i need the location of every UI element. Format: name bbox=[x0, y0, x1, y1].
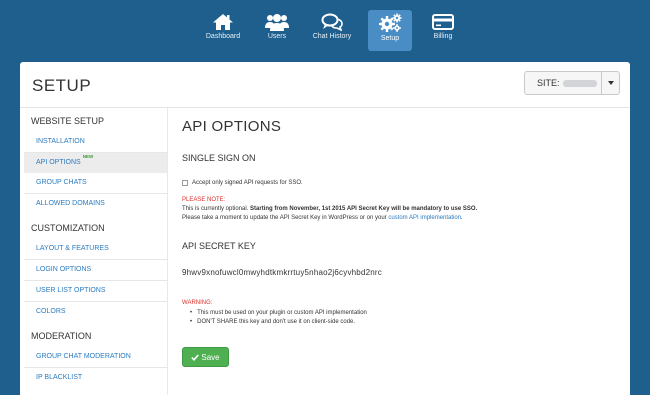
top-navigation: Dashboard Users Chat History Setup Billi… bbox=[0, 0, 650, 58]
nav-dashboard[interactable]: Dashboard bbox=[201, 10, 245, 51]
custom-api-link[interactable]: custom API implementation bbox=[388, 215, 461, 221]
sidebar-item-label: COLORS bbox=[36, 308, 66, 315]
nav-chat-history[interactable]: Chat History bbox=[310, 10, 354, 51]
sidebar-section-customization: CUSTOMIZATION bbox=[31, 223, 105, 233]
main-panel: SETUP SITE: WEBSITE SETUP INSTALLATION A… bbox=[20, 62, 630, 395]
sidebar-item-layout-features[interactable]: LAYOUT & FEATURES bbox=[24, 239, 167, 259]
warning-list: This must be used on your plugin or cust… bbox=[190, 309, 367, 327]
save-button[interactable]: Save bbox=[182, 347, 229, 367]
sidebar-item-user-list-options[interactable]: USER LIST OPTIONS bbox=[24, 281, 167, 301]
sidebar-item-label: API OPTIONS bbox=[36, 159, 81, 166]
credit-card-icon bbox=[432, 14, 454, 30]
checkmark-icon bbox=[191, 353, 200, 361]
site-selector[interactable]: SITE: bbox=[524, 71, 620, 95]
new-badge: NEW bbox=[82, 154, 94, 159]
nav-billing[interactable]: Billing bbox=[421, 10, 465, 51]
warning-item: DON'T SHARE this key and don't use it on… bbox=[190, 318, 367, 327]
sso-checkbox-label: Accept only signed API requests for SSO. bbox=[192, 180, 303, 186]
sidebar-section-moderation: MODERATION bbox=[31, 331, 92, 341]
nav-users-label: Users bbox=[267, 33, 287, 40]
api-secret-key-heading: API SECRET KEY bbox=[182, 241, 256, 251]
note-text: This is currently optional. bbox=[182, 206, 251, 212]
sidebar-item-label: INSTALLATION bbox=[36, 138, 85, 145]
sidebar-item-allowed-domains[interactable]: ALLOWED DOMAINS bbox=[24, 194, 167, 214]
sidebar-item-label: GROUP CHATS bbox=[36, 179, 87, 186]
note-title: PLEASE NOTE: bbox=[182, 197, 226, 203]
save-button-label: Save bbox=[201, 352, 220, 362]
note-text-end: . bbox=[461, 215, 463, 221]
nav-billing-label: Billing bbox=[433, 33, 453, 40]
sidebar-item-label: USER LIST OPTIONS bbox=[36, 287, 106, 294]
note-bold-text: Starting from November, 1st 2015 API Sec… bbox=[250, 206, 478, 212]
users-icon bbox=[265, 14, 289, 31]
sso-checkbox-row[interactable]: Accept only signed API requests for SSO. bbox=[182, 180, 303, 186]
sidebar-item-api-options[interactable]: API OPTIONSNEW bbox=[24, 153, 167, 173]
nav-dashboard-label: Dashboard bbox=[205, 33, 241, 40]
api-secret-key-value: 9hwv9xnofuwcl0mwyhdtkmkrrtuy5nhao2j6cyvh… bbox=[182, 268, 382, 277]
sidebar-item-group-chats[interactable]: GROUP CHATS bbox=[24, 173, 167, 193]
sso-checkbox[interactable] bbox=[182, 180, 188, 186]
sidebar-item-group-chat-moderation[interactable]: GROUP CHAT MODERATION bbox=[24, 347, 167, 367]
nav-users[interactable]: Users bbox=[255, 10, 299, 51]
warning-item: This must be used on your plugin or cust… bbox=[190, 309, 367, 318]
nav-setup-label: Setup bbox=[380, 35, 400, 42]
sidebar-item-label: ALLOWED DOMAINS bbox=[36, 200, 105, 207]
sidebar-item-ip-blacklist[interactable]: IP BLACKLIST bbox=[24, 368, 167, 388]
caret-down-icon bbox=[607, 81, 614, 85]
sidebar: WEBSITE SETUP INSTALLATION API OPTIONSNE… bbox=[20, 108, 168, 395]
sidebar-item-colors[interactable]: COLORS bbox=[24, 302, 167, 322]
site-label: SITE: bbox=[537, 78, 560, 88]
gears-icon bbox=[379, 13, 402, 32]
note-line-2: Please take a moment to update the API S… bbox=[182, 215, 463, 221]
nav-chat-history-label: Chat History bbox=[312, 33, 352, 40]
page-title: SETUP bbox=[32, 76, 92, 95]
chat-history-icon bbox=[321, 13, 343, 31]
warning-title: WARNING: bbox=[182, 300, 213, 306]
site-dropdown-toggle[interactable] bbox=[601, 72, 619, 94]
sidebar-item-label: GROUP CHAT MODERATION bbox=[36, 353, 131, 360]
sidebar-item-login-options[interactable]: LOGIN OPTIONS bbox=[24, 260, 167, 280]
sidebar-item-label: IP BLACKLIST bbox=[36, 374, 83, 381]
sidebar-item-installation[interactable]: INSTALLATION bbox=[24, 132, 167, 152]
sidebar-section-website-setup: WEBSITE SETUP bbox=[31, 116, 105, 126]
site-name-redacted bbox=[562, 80, 597, 88]
home-icon bbox=[213, 14, 233, 30]
section-title: API OPTIONS bbox=[182, 118, 282, 135]
sso-heading: SINGLE SIGN ON bbox=[182, 153, 256, 163]
sidebar-item-label: LOGIN OPTIONS bbox=[36, 266, 92, 273]
sidebar-item-label: LAYOUT & FEATURES bbox=[36, 245, 109, 252]
site-selector-label: SITE: bbox=[525, 78, 601, 88]
nav-setup[interactable]: Setup bbox=[368, 10, 412, 51]
note-text: Please take a moment to update the API S… bbox=[182, 215, 389, 221]
note-line-1: This is currently optional. Starting fro… bbox=[182, 206, 477, 212]
